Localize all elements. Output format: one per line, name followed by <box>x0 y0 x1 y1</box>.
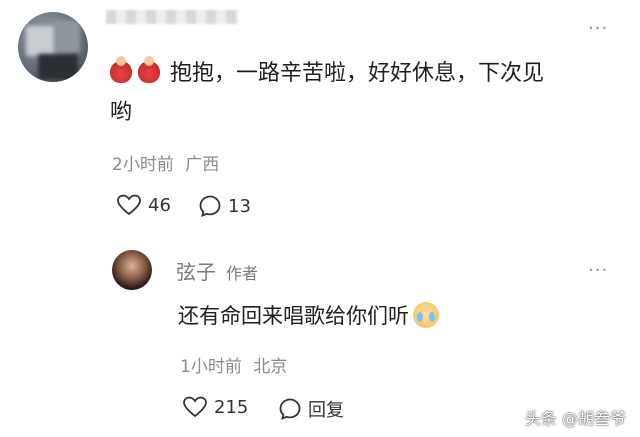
comment-meta: 2小时前 广西 <box>112 150 219 175</box>
reply-meta: 1小时前 北京 <box>180 352 287 377</box>
comment-body: 抱抱，一路辛苦啦，好好休息，下次见 <box>110 55 544 93</box>
author-badge: 作者 <box>226 264 259 283</box>
cry-emoji <box>413 302 439 328</box>
reply-location: 北京 <box>253 357 288 377</box>
reply-text: 还有命回来唱歌给你们听 <box>178 304 409 328</box>
like-button[interactable]: 46 <box>116 194 171 216</box>
author-name[interactable]: 弦子 <box>176 256 216 285</box>
like-count: 46 <box>148 194 171 216</box>
reply-time: 1小时前 <box>180 357 242 377</box>
reply-count: 13 <box>228 195 251 217</box>
commenter-avatar[interactable] <box>18 12 88 82</box>
watermark: 头条 @胡叁爷 <box>524 409 626 428</box>
comment-bubble-icon <box>199 195 221 218</box>
heart-icon <box>117 194 141 216</box>
comment-time: 2小时前 <box>112 155 174 175</box>
more-options-icon[interactable]: ··· <box>588 20 608 38</box>
reply-button[interactable]: 回复 <box>278 396 344 422</box>
commenter-name-redacted <box>106 10 238 24</box>
reply-body: 还有命回来唱歌给你们听 <box>178 300 439 330</box>
heart-icon <box>183 396 207 418</box>
reply-more-options-icon[interactable]: ··· <box>588 262 608 280</box>
reply-like-button[interactable]: 215 <box>182 396 248 418</box>
hug-emoji <box>138 56 160 83</box>
hug-emoji <box>110 56 132 83</box>
reply-like-count: 215 <box>214 396 249 418</box>
comment-location: 广西 <box>185 155 220 175</box>
reply-header: 弦子 作者 <box>176 256 258 285</box>
reply-count-button[interactable]: 13 <box>198 194 251 218</box>
author-avatar[interactable] <box>112 250 152 290</box>
comment-bubble-icon <box>279 398 301 421</box>
reply-label: 回复 <box>308 400 344 421</box>
comment-text-line1: 抱抱，一路辛苦啦，好好休息，下次见 <box>170 61 545 86</box>
comment-text-line2: 哟 <box>110 100 133 125</box>
hug-emoji-group <box>110 55 166 93</box>
